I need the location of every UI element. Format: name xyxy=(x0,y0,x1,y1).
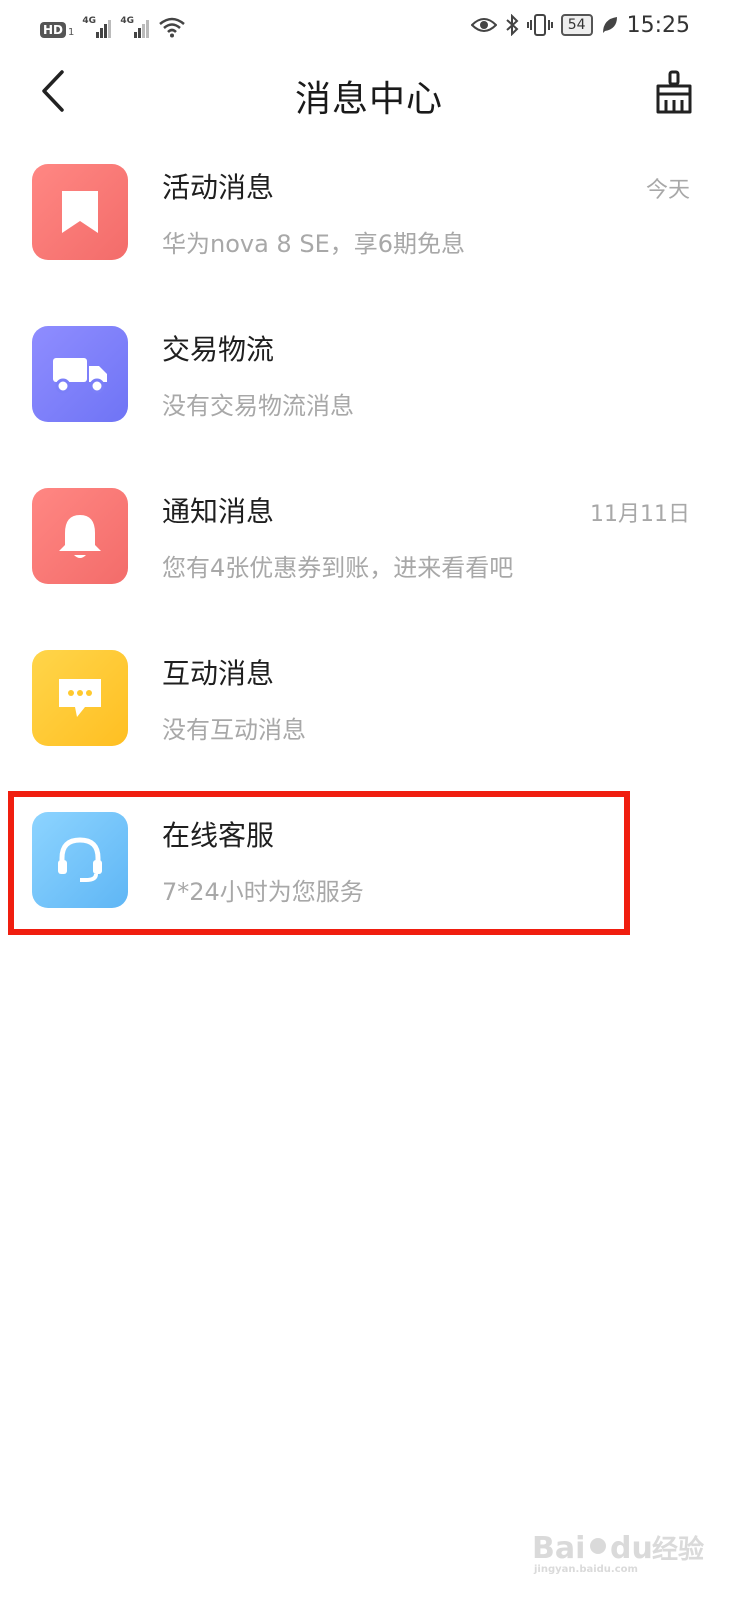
truck-icon xyxy=(53,358,107,394)
notification-icon-tile xyxy=(32,488,128,584)
message-item-customer-service[interactable]: 在线客服 7*24小时为您服务 xyxy=(0,810,738,920)
clock: 15:25 xyxy=(626,12,690,38)
message-center-screen: HD 1 4G 4G 54 15:25 消息中心 活动消息 华为nova 8 S… xyxy=(0,0,738,1600)
message-subtitle: 没有互动消息 xyxy=(162,716,306,744)
wifi-icon xyxy=(159,17,186,38)
svg-text:Bai: Bai xyxy=(532,1531,585,1566)
message-title: 活动消息 xyxy=(162,171,275,204)
message-subtitle: 华为nova 8 SE，享6期免息 xyxy=(162,230,465,258)
vibrate-icon xyxy=(526,14,553,36)
customer-service-icon-tile xyxy=(32,812,128,908)
bluetooth-icon xyxy=(506,14,519,36)
baidu-watermark: Bai du 经验 jingyan.baidu.com xyxy=(532,1528,712,1575)
status-bar: HD 1 4G 4G 54 15:25 xyxy=(0,0,738,52)
eye-icon xyxy=(470,18,497,32)
message-item-interaction[interactable]: 互动消息 没有互动消息 xyxy=(0,648,738,758)
cell-signal-icon: 4G xyxy=(82,16,112,38)
chat-bubble-icon xyxy=(59,679,101,717)
status-left: HD 1 4G 4G xyxy=(40,12,186,38)
activity-icon-tile xyxy=(32,164,128,260)
network2-label: 4G xyxy=(120,16,135,26)
clear-messages-button[interactable] xyxy=(650,68,698,116)
message-item-activity[interactable]: 活动消息 华为nova 8 SE，享6期免息 今天 xyxy=(0,162,738,272)
sim1-number: 1 xyxy=(68,27,75,38)
message-subtitle: 您有4张优惠券到账，进来看看吧 xyxy=(162,554,514,582)
bookmark-icon xyxy=(62,191,98,233)
message-item-notification[interactable]: 通知消息 您有4张优惠券到账，进来看看吧 11月11日 xyxy=(0,486,738,596)
svg-text:经验: 经验 xyxy=(652,1534,704,1565)
broom-icon xyxy=(656,70,692,114)
svg-text:jingyan.baidu.com: jingyan.baidu.com xyxy=(533,1564,638,1574)
message-title: 通知消息 xyxy=(162,495,275,528)
message-subtitle: 没有交易物流消息 xyxy=(162,392,354,420)
cell-signal-icon: 4G xyxy=(120,16,150,38)
message-title: 在线客服 xyxy=(162,819,275,852)
svg-text:du: du xyxy=(610,1531,653,1566)
nav-bar: 消息中心 xyxy=(0,52,738,132)
message-subtitle: 7*24小时为您服务 xyxy=(162,878,364,906)
leaf-icon xyxy=(602,17,617,33)
bell-icon xyxy=(59,515,101,558)
message-date: 今天 xyxy=(645,178,690,203)
hd-badge: HD xyxy=(40,22,67,38)
message-date: 11月11日 xyxy=(590,502,690,527)
watermark-image: Bai du 经验 jingyan.baidu.com xyxy=(532,1531,704,1575)
page-title: 消息中心 xyxy=(294,79,443,120)
message-item-logistics[interactable]: 交易物流 没有交易物流消息 xyxy=(0,324,738,434)
headset-icon xyxy=(58,837,102,882)
battery-level: 54 xyxy=(560,14,593,36)
status-right: 54 15:25 xyxy=(470,10,690,40)
logistics-icon-tile xyxy=(32,326,128,422)
network1-label: 4G xyxy=(82,16,97,26)
message-title: 交易物流 xyxy=(162,333,275,366)
message-title: 互动消息 xyxy=(162,657,275,690)
interaction-icon-tile xyxy=(32,650,128,746)
